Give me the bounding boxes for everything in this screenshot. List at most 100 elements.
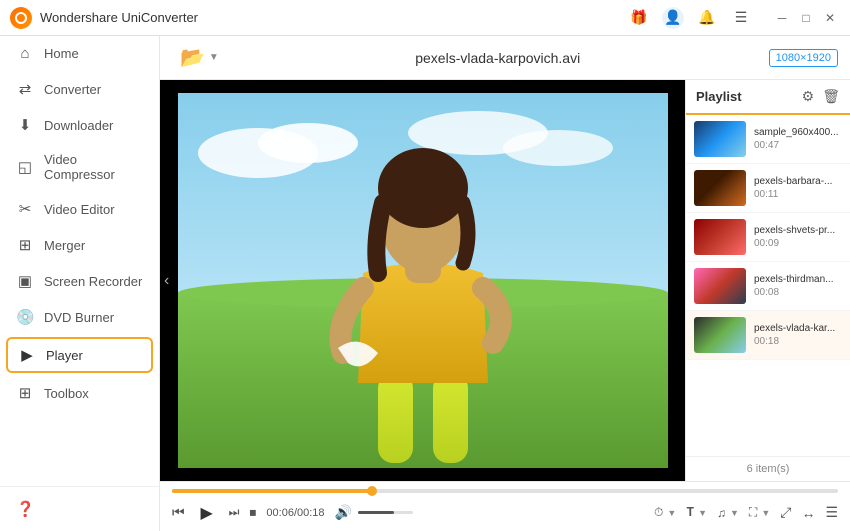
gift-icon[interactable]: 🎁 bbox=[628, 7, 650, 29]
sidebar-item-converter[interactable]: ⇄ Converter bbox=[0, 71, 159, 107]
playlist-item-info: pexels-shvets-pr... 00:09 bbox=[754, 225, 842, 249]
sidebar-label-dvd: DVD Burner bbox=[44, 310, 114, 325]
recorder-icon: ▣ bbox=[16, 272, 34, 290]
file-title: pexels-vlada-karpovich.avi bbox=[237, 50, 759, 66]
playlist-item-duration: 00:08 bbox=[754, 287, 842, 298]
add-file-button[interactable]: 📂 ▼ bbox=[172, 41, 227, 74]
sidebar-label-recorder: Screen Recorder bbox=[44, 274, 142, 289]
video-art-svg bbox=[178, 93, 668, 468]
bell-icon[interactable]: 🔔 bbox=[696, 7, 718, 29]
sidebar-item-dvd-burner[interactable]: 💿 DVD Burner bbox=[0, 299, 159, 335]
playlist-toggle-icon[interactable]: ☰ bbox=[825, 504, 838, 521]
sidebar-item-merger[interactable]: ⊞ Merger bbox=[0, 227, 159, 263]
sidebar-label-compressor: Video Compressor bbox=[44, 152, 143, 182]
screen-control[interactable]: ⛶ ▼ bbox=[749, 505, 770, 520]
downloader-icon: ⬇ bbox=[16, 116, 34, 134]
expand-icon[interactable]: ↔ bbox=[801, 505, 815, 521]
playlist-item-name: pexels-thirdman... bbox=[754, 274, 842, 285]
sidebar-label-editor: Video Editor bbox=[44, 202, 115, 217]
playlist-item[interactable]: pexels-shvets-pr... 00:09 bbox=[686, 213, 850, 262]
sidebar-label-downloader: Downloader bbox=[44, 118, 113, 133]
main-container: ⌂ Home ⇄ Converter ⬇ Downloader ◱ Video … bbox=[0, 36, 850, 531]
titlebar-left: Wondershare UniConverter bbox=[10, 7, 198, 29]
playlist-item[interactable]: pexels-barbara-... 00:11 bbox=[686, 164, 850, 213]
sidebar-item-player[interactable]: ▶ Player bbox=[6, 337, 153, 373]
playlist-settings-icon[interactable]: ⚙ bbox=[802, 88, 815, 105]
volume-icon[interactable]: 🔊 bbox=[335, 504, 352, 521]
close-button[interactable]: ✕ bbox=[820, 8, 840, 28]
playlist-item-info: sample_960x400... 00:47 bbox=[754, 127, 842, 151]
compressor-icon: ◱ bbox=[16, 158, 34, 176]
playlist-thumb-2 bbox=[694, 170, 746, 206]
sidebar-item-help[interactable]: ❓ bbox=[0, 491, 159, 527]
audio-track-icon: ♫ bbox=[717, 506, 726, 520]
sidebar-item-screen-recorder[interactable]: ▣ Screen Recorder bbox=[0, 263, 159, 299]
sidebar-item-toolbox[interactable]: ⊞ Toolbox bbox=[0, 375, 159, 411]
screen-icon: ⛶ bbox=[749, 505, 757, 520]
toolbar: 📂 ▼ pexels-vlada-karpovich.avi 1080×1920 bbox=[160, 36, 850, 80]
dropdown-arrow-icon: ▼ bbox=[209, 52, 219, 63]
playlist-item[interactable]: sample_960x400... 00:47 bbox=[686, 115, 850, 164]
minimize-button[interactable]: ─ bbox=[772, 8, 792, 28]
audio-chevron-icon: ▼ bbox=[730, 508, 739, 518]
sidebar-item-video-editor[interactable]: ✂ Video Editor bbox=[0, 191, 159, 227]
converter-icon: ⇄ bbox=[16, 80, 34, 98]
progress-bar[interactable] bbox=[172, 489, 838, 493]
sidebar-item-downloader[interactable]: ⬇ Downloader bbox=[0, 107, 159, 143]
time-display: 00:06/00:18 bbox=[266, 507, 324, 519]
playlist-item-info: pexels-barbara-... 00:11 bbox=[754, 176, 842, 200]
titlebar: Wondershare UniConverter 🎁 👤 🔔 ☰ ─ □ ✕ bbox=[0, 0, 850, 36]
toolbox-icon: ⊞ bbox=[16, 384, 34, 402]
playlist-item-name: pexels-barbara-... bbox=[754, 176, 842, 187]
menu-icon[interactable]: ☰ bbox=[730, 7, 752, 29]
sidebar-item-video-compressor[interactable]: ◱ Video Compressor bbox=[0, 143, 159, 191]
fullscreen-icon[interactable]: ⤢ bbox=[780, 504, 791, 521]
rewind-icon[interactable]: ⏮ bbox=[172, 504, 185, 521]
editor-icon: ✂ bbox=[16, 200, 34, 218]
progress-fill bbox=[172, 489, 372, 493]
playback-speed-icon: ⏱ bbox=[654, 505, 663, 520]
playlist-item-name: sample_960x400... bbox=[754, 127, 842, 138]
playlist-header-icons: ⚙ 🗑 bbox=[802, 88, 840, 105]
playlist-item-info: pexels-thirdman... 00:08 bbox=[754, 274, 842, 298]
collapse-sidebar-icon[interactable]: ‹ bbox=[164, 272, 169, 290]
maximize-button[interactable]: □ bbox=[796, 8, 816, 28]
sidebar-label-home: Home bbox=[44, 46, 79, 61]
playlist-item-duration: 00:47 bbox=[754, 140, 842, 151]
playlist-thumb-1 bbox=[694, 121, 746, 157]
help-icon: ❓ bbox=[16, 500, 34, 518]
subtitle-control[interactable]: 𝐓 ▼ bbox=[686, 505, 707, 520]
volume-bar[interactable] bbox=[358, 511, 413, 514]
playlist-item-name: pexels-shvets-pr... bbox=[754, 225, 842, 236]
app-title: Wondershare UniConverter bbox=[40, 10, 198, 25]
sidebar-label-merger: Merger bbox=[44, 238, 85, 253]
sidebar-bottom: ❓ bbox=[0, 486, 159, 531]
user-icon[interactable]: 👤 bbox=[662, 7, 684, 29]
audio-control[interactable]: ♫ ▼ bbox=[717, 506, 739, 520]
sidebar-label-player: Player bbox=[46, 348, 83, 363]
playlist-thumb-5 bbox=[694, 317, 746, 353]
video-display bbox=[160, 80, 685, 481]
subtitle-icon: 𝐓 bbox=[686, 505, 694, 520]
playlist-item-duration: 00:09 bbox=[754, 238, 842, 249]
app-logo bbox=[10, 7, 32, 29]
playlist-title: Playlist bbox=[696, 89, 742, 104]
playlist-count: 6 item(s) bbox=[686, 456, 850, 481]
player-icon: ▶ bbox=[18, 346, 36, 364]
sidebar-label-toolbox: Toolbox bbox=[44, 386, 89, 401]
playlist-item-duration: 00:11 bbox=[754, 189, 842, 200]
sidebar-item-home[interactable]: ⌂ Home bbox=[0, 36, 159, 71]
playlist-items: sample_960x400... 00:47 pexels-barbara-.… bbox=[686, 115, 850, 456]
merger-icon: ⊞ bbox=[16, 236, 34, 254]
volume-section: 🔊 bbox=[335, 504, 413, 521]
stop-icon[interactable]: ⏹ bbox=[249, 504, 256, 521]
playlist-delete-icon[interactable]: 🗑 bbox=[822, 88, 840, 105]
play-button[interactable]: ▶ bbox=[195, 501, 219, 525]
playlist-item-active[interactable]: pexels-vlada-kar... 00:18 bbox=[686, 311, 850, 360]
fast-forward-icon[interactable]: ⏭ bbox=[229, 505, 240, 520]
playlist-item[interactable]: pexels-thirdman... 00:08 bbox=[686, 262, 850, 311]
app-logo-inner bbox=[15, 12, 27, 24]
window-controls: ─ □ ✕ bbox=[772, 8, 840, 28]
progress-thumb bbox=[367, 486, 377, 496]
playback-speed-control[interactable]: ⏱ ▼ bbox=[654, 505, 676, 520]
